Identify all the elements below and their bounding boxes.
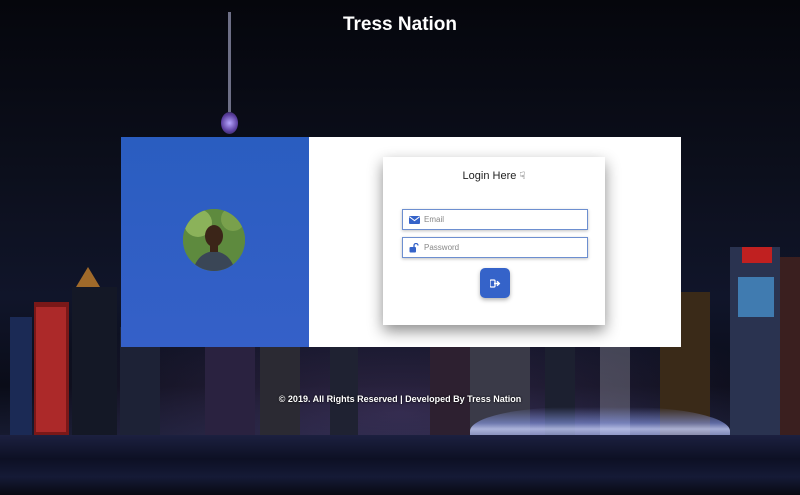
login-button[interactable] [480,268,510,298]
login-card: Login Here ☟ [121,137,681,347]
site-title: Tress Nation [342,14,458,35]
footer-copyright: © 2019. All Rights Reserved | Developed … [278,394,522,404]
avatar [183,209,245,271]
hand-pointing-down-icon: ☟ [519,171,526,182]
password-field[interactable] [402,237,588,258]
login-form: Login Here ☟ [383,157,605,325]
profile-panel [121,137,309,347]
email-field[interactable] [402,209,588,230]
password-input[interactable] [422,243,586,252]
envelope-icon [406,215,422,224]
email-input[interactable] [422,215,586,224]
unlock-icon [406,242,422,253]
sign-in-icon [488,276,501,291]
form-panel: Login Here ☟ [309,137,681,347]
login-title: Login Here [462,170,517,182]
